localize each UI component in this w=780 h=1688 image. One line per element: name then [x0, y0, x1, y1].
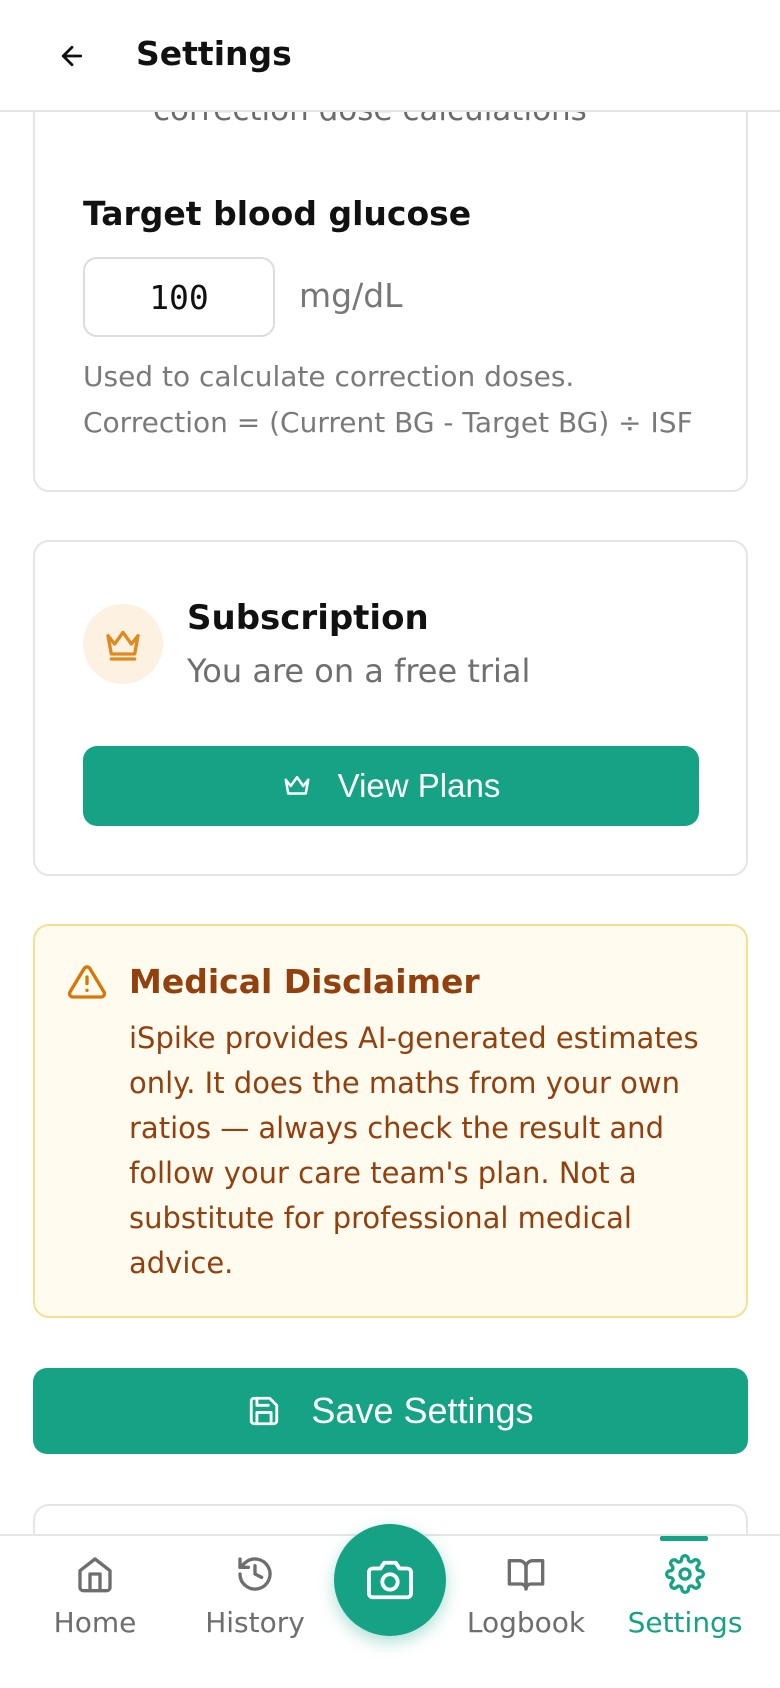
- save-icon: [250, 1396, 279, 1426]
- target-glucose-label: Target blood glucose: [83, 194, 472, 233]
- nav-settings[interactable]: Settings: [610, 1554, 760, 1664]
- nav-settings-label: Settings: [627, 1606, 743, 1639]
- subscription-card: Subscription You are on a free trial Vie…: [33, 540, 748, 876]
- disclaimer-title: Medical Disclaimer: [129, 962, 480, 1001]
- arrow-left-icon: [61, 45, 83, 67]
- camera-icon: [367, 1560, 413, 1600]
- target-glucose-card: correction dose calculations Target bloo…: [33, 60, 748, 492]
- camera-scan-button[interactable]: [334, 1524, 446, 1636]
- gear-icon: [665, 1554, 705, 1594]
- subscription-title: Subscription: [187, 598, 429, 638]
- nav-logbook-label: Logbook: [466, 1606, 586, 1639]
- back-button[interactable]: [46, 30, 98, 82]
- target-glucose-input[interactable]: [83, 257, 275, 337]
- book-icon: [507, 1559, 545, 1591]
- disclaimer-body: iSpike provides AI-generated estimates o…: [129, 1021, 699, 1280]
- app-header: Settings: [0, 0, 780, 112]
- nav-history[interactable]: History: [180, 1554, 330, 1664]
- view-plans-button[interactable]: View Plans: [83, 746, 699, 826]
- hint-line-1: Used to calculate correction doses.: [83, 360, 575, 393]
- crown-icon: [106, 630, 140, 661]
- history-icon: [238, 1557, 272, 1591]
- target-glucose-hint: Used to calculate correction doses. Corr…: [83, 354, 693, 446]
- page-title: Settings: [136, 34, 292, 73]
- save-settings-button[interactable]: Save Settings: [33, 1368, 748, 1454]
- medical-disclaimer-card: Medical Disclaimer iSpike provides AI-ge…: [33, 924, 748, 1318]
- nav-home-label: Home: [53, 1606, 137, 1639]
- warning-triangle-icon: [67, 965, 107, 999]
- crown-icon: [284, 776, 310, 795]
- settings-screen: correction dose calculations Target bloo…: [0, 0, 780, 1688]
- subscription-status: You are on a free trial: [187, 652, 531, 690]
- nav-logbook[interactable]: Logbook: [451, 1554, 601, 1664]
- crown-badge: [83, 604, 163, 684]
- hint-line-2: Correction = (Current BG - Target BG) ÷ …: [83, 406, 693, 439]
- view-plans-label: View Plans: [337, 767, 501, 804]
- home-icon: [78, 1557, 112, 1593]
- active-tab-indicator: [660, 1536, 708, 1541]
- glucose-unit-label: mg/dL: [299, 276, 403, 315]
- nav-home[interactable]: Home: [20, 1554, 170, 1664]
- nav-history-label: History: [205, 1606, 305, 1639]
- save-settings-label: Save Settings: [311, 1390, 534, 1431]
